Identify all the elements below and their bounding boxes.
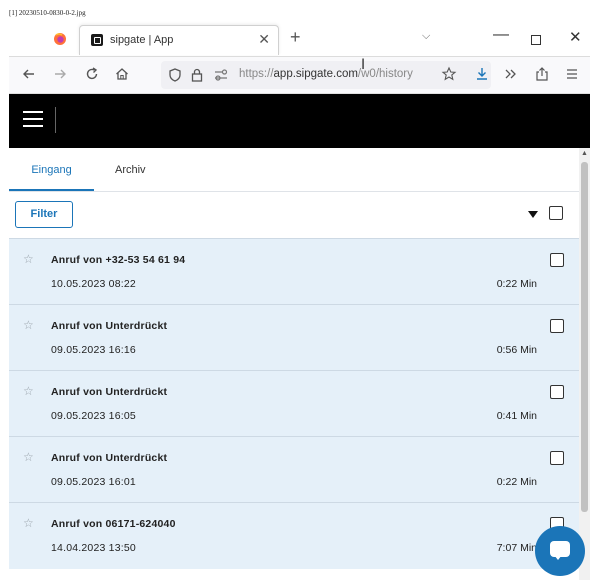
call-item[interactable]: ☆ Anruf von +32-53 54 61 94 10.05.2023 0…: [9, 238, 579, 305]
download-icon[interactable]: [474, 66, 490, 82]
bookmark-star-icon[interactable]: [441, 66, 457, 82]
tab-eingang[interactable]: Eingang: [9, 164, 94, 191]
row-checkbox[interactable]: [550, 319, 564, 333]
permissions-icon[interactable]: [213, 67, 229, 83]
new-tab-button[interactable]: +: [290, 27, 301, 48]
scroll-up-arrow-icon[interactable]: ▲: [581, 150, 588, 157]
call-item[interactable]: ☆ Anruf von Unterdrückt 09.05.2023 16:16…: [9, 304, 579, 371]
caret-down-icon[interactable]: [528, 211, 538, 218]
url-host: app.sipgate.com: [273, 68, 358, 80]
chat-bubble-icon: [550, 541, 570, 560]
hamburger-menu-icon[interactable]: [23, 111, 43, 127]
tab-list-chevron-icon[interactable]: ⌵: [422, 30, 430, 43]
browser-toolbar: https://app.sipgate.com/w0/history: [9, 57, 590, 94]
call-date: 09.05.2023 16:01: [51, 476, 136, 488]
call-duration: 0:56 Min: [496, 344, 537, 356]
call-title: Anruf von Unterdrückt: [51, 320, 168, 332]
row-checkbox[interactable]: [550, 253, 564, 267]
reload-icon[interactable]: [84, 66, 100, 82]
menu-icon[interactable]: [564, 66, 580, 82]
url-prefix: https://: [239, 68, 274, 80]
filter-button[interactable]: Filter: [15, 201, 73, 228]
url-path: /w0/history: [357, 68, 413, 80]
star-icon[interactable]: ☆: [23, 318, 34, 332]
page-scrollbar[interactable]: ▲: [579, 148, 590, 580]
shield-icon[interactable]: [167, 67, 183, 83]
more-tools-icon[interactable]: [503, 66, 519, 82]
call-date: 14.04.2023 13:50: [51, 542, 136, 554]
tab-archiv[interactable]: Archiv: [115, 164, 146, 176]
call-title: Anruf von Unterdrückt: [51, 386, 168, 398]
call-duration: 0:22 Min: [496, 476, 537, 488]
history-tabs: Eingang Archiv: [9, 148, 579, 192]
row-checkbox[interactable]: [550, 451, 564, 465]
filter-row: Filter: [9, 192, 579, 238]
window-maximize-button[interactable]: [531, 35, 541, 45]
call-item[interactable]: ☆ Anruf von 06171-624040 14.04.2023 13:5…: [9, 502, 579, 569]
call-title: Anruf von Unterdrückt: [51, 452, 168, 464]
lock-icon[interactable]: [189, 67, 205, 83]
browser-tab-strip: sipgate | App ✕ + ⌵ — ✕: [9, 22, 590, 57]
text-cursor-icon: I: [361, 57, 366, 73]
sipgate-favicon-icon: [91, 34, 103, 46]
window-minimize-button[interactable]: —: [493, 26, 509, 44]
firefox-icon[interactable]: [53, 32, 67, 46]
back-icon[interactable]: [21, 66, 37, 82]
call-duration: 7:07 Min: [496, 542, 537, 554]
header-divider: [55, 107, 56, 133]
row-checkbox[interactable]: [550, 385, 564, 399]
url-text[interactable]: https://app.sipgate.com/w0/history: [239, 68, 413, 80]
image-caption: [1] 20230510-0830-0-2.jpg: [9, 9, 86, 17]
star-icon[interactable]: ☆: [23, 384, 34, 398]
scroll-thumb[interactable]: [581, 162, 588, 512]
chat-button[interactable]: [535, 526, 585, 576]
star-icon[interactable]: ☆: [23, 516, 34, 530]
browser-tab-sipgate[interactable]: sipgate | App ✕: [79, 25, 279, 55]
call-item[interactable]: ☆ Anruf von Unterdrückt 09.05.2023 16:01…: [9, 436, 579, 503]
select-all-checkbox[interactable]: [549, 206, 563, 220]
star-icon[interactable]: ☆: [23, 252, 34, 266]
call-date: 09.05.2023 16:05: [51, 410, 136, 422]
call-list: ☆ Anruf von +32-53 54 61 94 10.05.2023 0…: [9, 238, 579, 580]
forward-icon[interactable]: [52, 66, 68, 82]
call-title: Anruf von 06171-624040: [51, 518, 176, 530]
call-date: 10.05.2023 08:22: [51, 278, 136, 290]
call-title: Anruf von +32-53 54 61 94: [51, 254, 186, 266]
call-duration: 0:41 Min: [496, 410, 537, 422]
home-icon[interactable]: [114, 66, 130, 82]
call-item[interactable]: ☆ Anruf von Unterdrückt 09.05.2023 16:05…: [9, 370, 579, 437]
tab-title: sipgate | App: [110, 34, 174, 46]
star-icon[interactable]: ☆: [23, 450, 34, 464]
share-icon[interactable]: [534, 66, 550, 82]
tab-close-icon[interactable]: ✕: [258, 31, 270, 48]
app-header: [9, 94, 590, 148]
call-duration: 0:22 Min: [496, 278, 537, 290]
window-close-button[interactable]: ✕: [569, 28, 582, 46]
call-date: 09.05.2023 16:16: [51, 344, 136, 356]
